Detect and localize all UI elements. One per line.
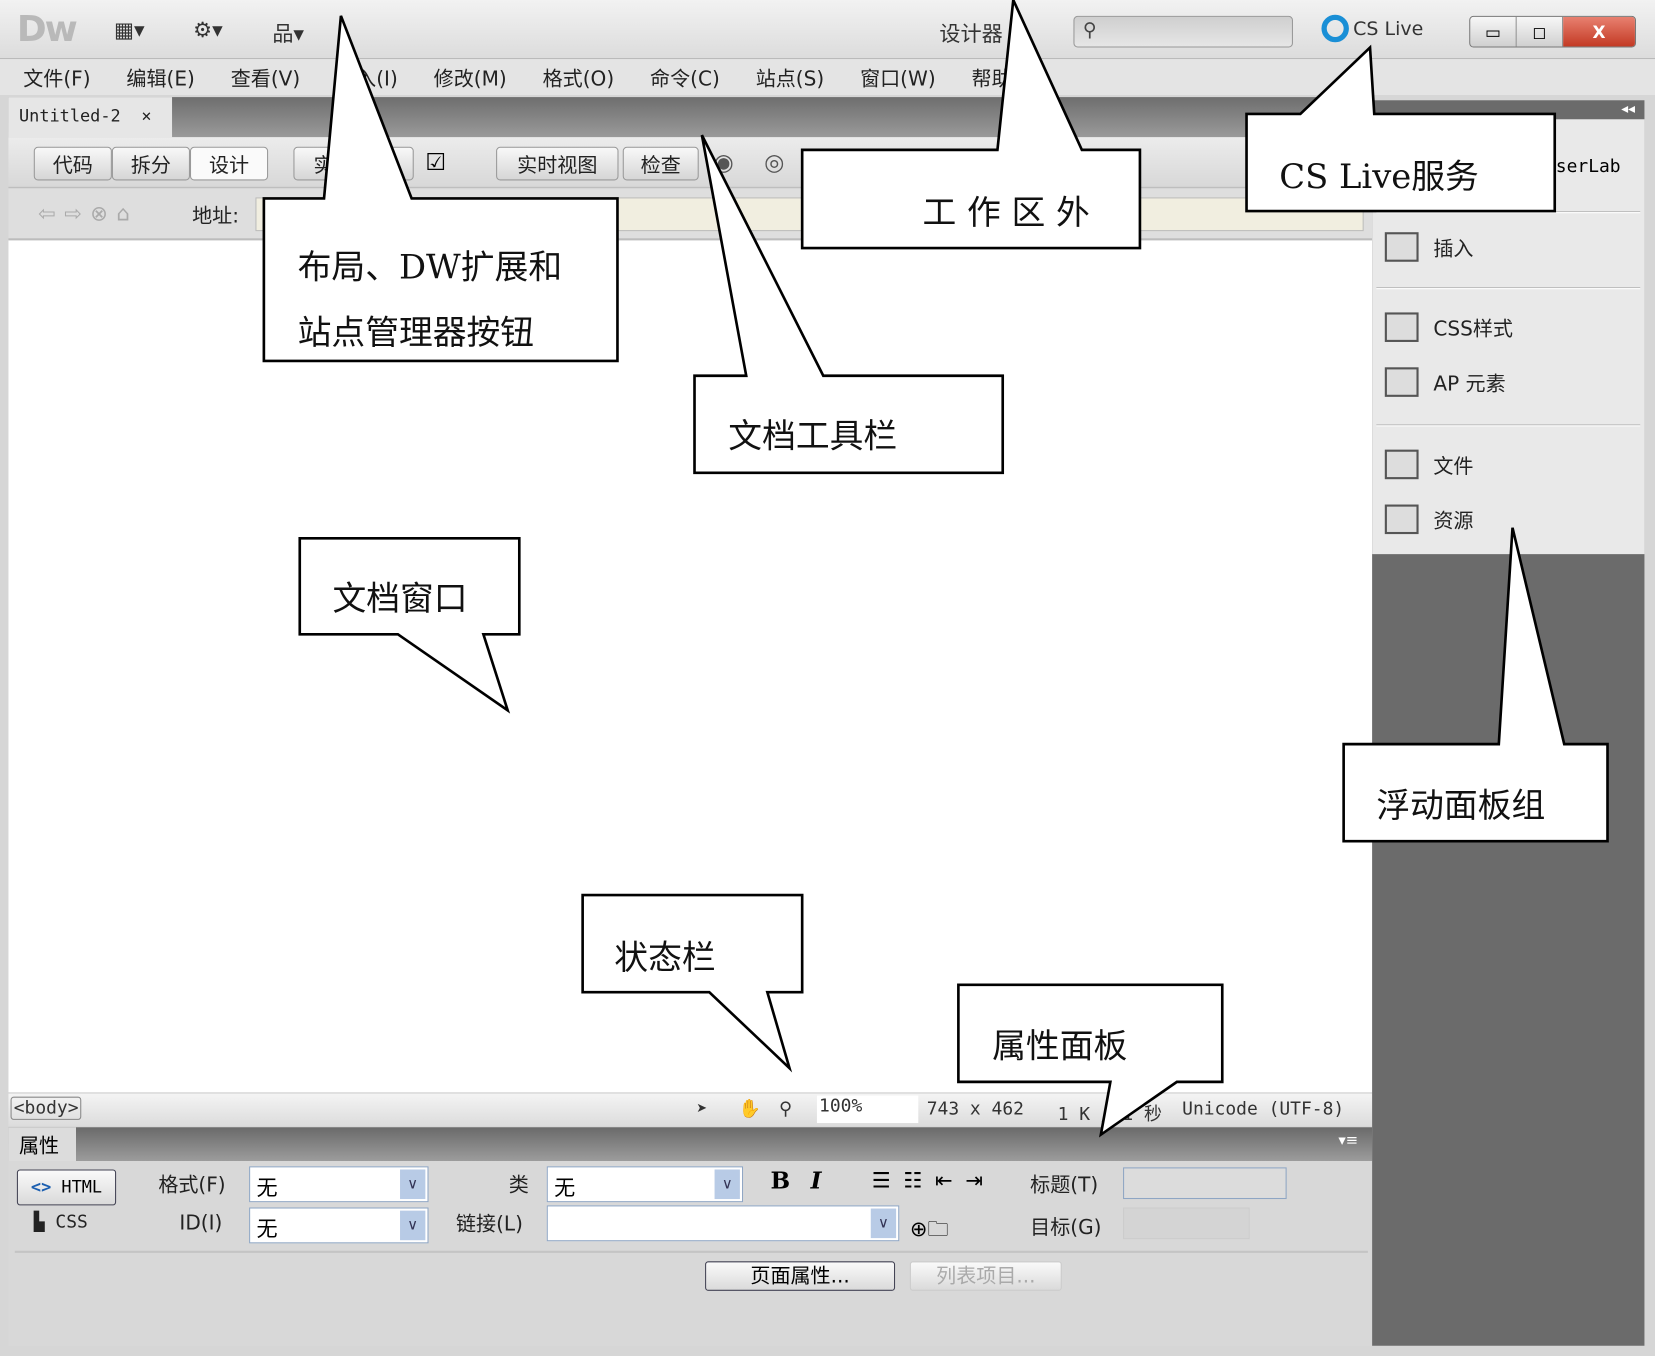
callout-doc-toolbar: 文档工具栏: [728, 415, 898, 456]
callout-doc-window-shape: [298, 536, 521, 714]
callout-shapes: [262, 0, 1609, 1138]
callout-doc-window: 文档窗口: [332, 578, 468, 619]
callout-status-bar: 状态栏: [614, 937, 716, 978]
callout-outside: 工 作 区 外: [922, 192, 1090, 233]
callout-cslive: CS Live服务: [1279, 156, 1479, 197]
callout-layout: 布局、DW扩展和 站点管理器按钮: [297, 246, 563, 353]
dreamweaver-window: Dw ▦▾ ⚙▾ 品▾ 设计器 ▼ ⚲ CS Live ▭ ◻ X 文件(F) …: [0, 0, 1655, 1356]
callout-status-shape: [581, 893, 804, 1073]
callout-prop-panel: 属性面板: [992, 1025, 1128, 1067]
callout-float-panels: 浮动面板组: [1376, 785, 1546, 826]
